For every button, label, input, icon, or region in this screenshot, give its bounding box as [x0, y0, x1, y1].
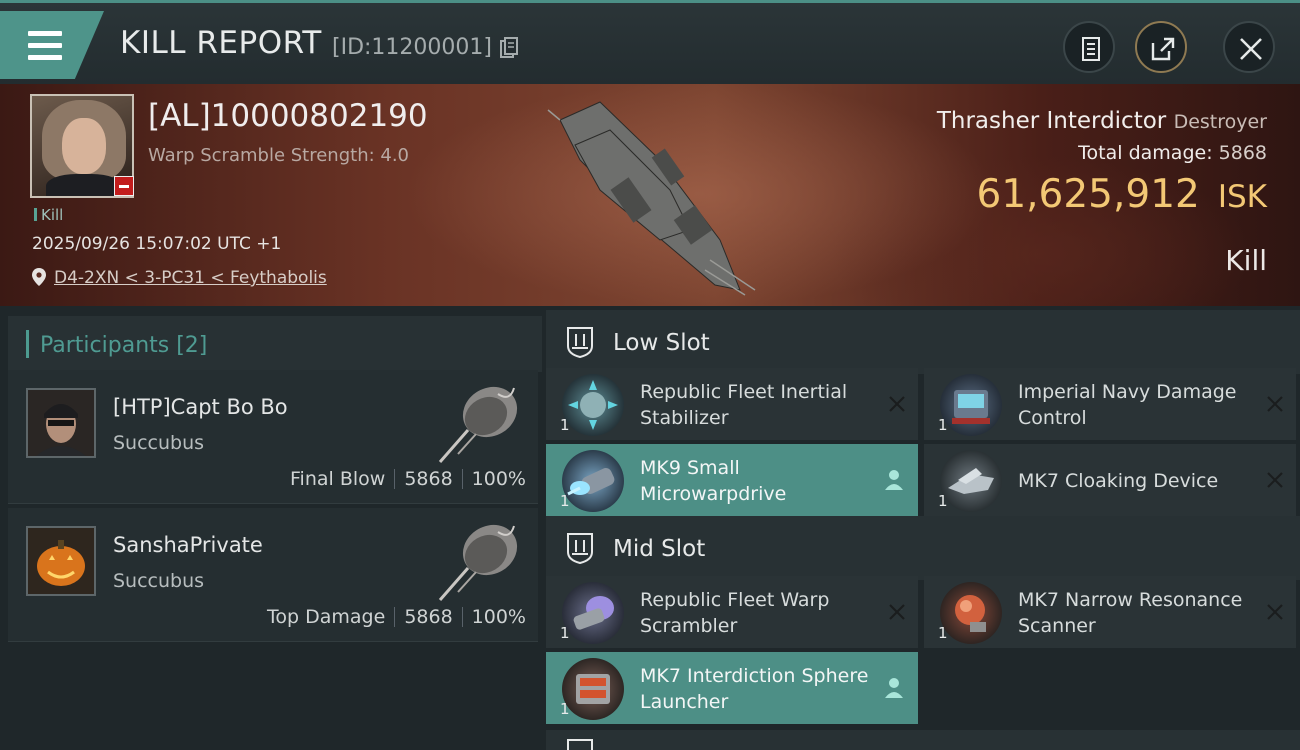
participant-role: Top Damage [267, 606, 386, 628]
cloaking-device-icon [940, 450, 1002, 512]
participant-percent: 100% [471, 468, 526, 490]
module-qty: 1 [560, 416, 570, 434]
menu-button[interactable] [0, 11, 104, 79]
destroyed-icon [889, 604, 905, 620]
participant-card[interactable]: SanshaPrivate Succubus Top Damage 5868 100… [8, 508, 538, 642]
warp-scrambler-icon [562, 582, 624, 644]
top-bar: KILL REPORT [ID:11200001] [0, 0, 1300, 84]
clipboard-icon [1082, 37, 1100, 61]
next-slot-header [546, 730, 1300, 750]
close-icon [1240, 38, 1262, 60]
microwarpdrive-icon [562, 450, 624, 512]
participant-damage: 5868 [404, 606, 453, 628]
module-item[interactable]: 1 MK7 Interdiction Sphere Launcher [546, 652, 918, 724]
close-button[interactable] [1223, 21, 1275, 73]
report-log-button[interactable] [1063, 21, 1115, 73]
low-slot-label: Low Slot [613, 330, 710, 356]
participant-stats: Top Damage 5868 100% [267, 606, 526, 628]
slot-icon [567, 739, 593, 750]
inertial-stabilizer-icon [562, 374, 624, 436]
participant-ship-image [438, 386, 518, 463]
module-name: MK9 Small Microwarpdrive [640, 457, 787, 505]
mid-slot-icon [567, 533, 593, 564]
module-name: MK7 Narrow Resonance Scanner [1018, 589, 1243, 637]
report-id: [ID:11200001] [332, 35, 492, 60]
module-item[interactable]: 1 MK9 Small Microwarpdrive [546, 444, 918, 516]
module-qty: 1 [938, 416, 948, 434]
total-damage-label: Total damage: [1078, 142, 1213, 164]
participant-stats: Final Blow 5868 100% [290, 468, 526, 490]
corp-badge-icon [114, 176, 134, 196]
participant-name[interactable]: SanshaPrivate [113, 533, 263, 557]
module-name: Republic Fleet Warp Scrambler [640, 589, 830, 637]
participants-title: Participants [2] [40, 333, 208, 358]
total-damage: Total damage: 5868 [1078, 142, 1267, 164]
participant-ship-image [438, 524, 518, 601]
location-pin-icon [32, 268, 46, 286]
module-item[interactable]: 1 Republic Fleet Warp Scrambler [546, 576, 918, 648]
mid-slot-label: Mid Slot [613, 536, 706, 562]
dropped-person-icon [885, 678, 903, 698]
participant-ship: Succubus [113, 570, 205, 592]
low-slot-icon [567, 327, 593, 358]
low-slot-header: Low Slot [546, 310, 1300, 374]
participants-panel: Participants [2] [HTP]Capt Bo Bo Succubu… [0, 306, 542, 750]
hamburger-icon [28, 31, 62, 67]
ship-class: Destroyer [1173, 111, 1267, 133]
participant-avatar[interactable] [26, 388, 96, 458]
destroyed-icon [1267, 604, 1283, 620]
share-button[interactable] [1135, 21, 1187, 73]
dropped-person-icon [885, 470, 903, 490]
module-qty: 1 [560, 624, 570, 642]
copy-icon[interactable] [500, 37, 518, 59]
participant-role: Final Blow [290, 468, 386, 490]
fitting-panel: Low Slot 1 Republic Fleet Inertial Stabi… [542, 306, 1300, 750]
module-qty: 1 [560, 700, 570, 718]
result-label: Kill [1225, 244, 1267, 277]
warp-scramble-strength: Warp Scramble Strength: 4.0 [148, 145, 410, 166]
module-item[interactable]: 1 MK7 Narrow Resonance Scanner [924, 576, 1296, 648]
participant-damage: 5868 [404, 468, 453, 490]
participant-name[interactable]: [HTP]Capt Bo Bo [113, 395, 288, 419]
module-item[interactable]: 1 Republic Fleet Inertial Stabilizer [546, 368, 918, 440]
module-item[interactable]: 1 Imperial Navy Damage Control [924, 368, 1296, 440]
victim-ship-image [547, 101, 756, 296]
destroyed-icon [1267, 472, 1283, 488]
destroyed-icon [889, 396, 905, 412]
module-name: MK7 Interdiction Sphere Launcher [640, 665, 869, 713]
isk-unit: ISK [1217, 179, 1267, 215]
isk-value: 61,625,912 ISK [977, 172, 1267, 217]
page-title: KILL REPORT [120, 25, 322, 61]
share-icon [1151, 37, 1175, 61]
location-link[interactable]: D4-2XN < 3-PC31 < Feythabolis [54, 268, 327, 288]
module-name: MK7 Cloaking Device [1018, 470, 1219, 492]
kill-timestamp: 2025/09/26 15:07:02 UTC +1 [32, 234, 282, 254]
participant-card[interactable]: [HTP]Capt Bo Bo Succubus Final Blow 5868 1… [8, 370, 538, 504]
module-name: Imperial Navy Damage Control [1018, 381, 1237, 429]
damage-control-icon [940, 374, 1002, 436]
kill-tag: Kill [34, 206, 63, 224]
module-qty: 1 [560, 492, 570, 510]
destroyed-icon [1267, 396, 1283, 412]
isk-amount: 61,625,912 [976, 172, 1200, 217]
total-damage-value: 5868 [1218, 142, 1267, 164]
mid-slot-header: Mid Slot [546, 516, 1300, 580]
participants-header: Participants [2] [8, 316, 542, 372]
ship-type: Thrasher Interdictor [936, 108, 1167, 134]
participant-percent: 100% [471, 606, 526, 628]
module-qty: 1 [938, 492, 948, 510]
participant-ship: Succubus [113, 432, 205, 454]
ship-name[interactable]: Thrasher Interdictor Destroyer [937, 108, 1267, 134]
module-name: Republic Fleet Inertial Stabilizer [640, 381, 848, 429]
module-item[interactable]: 1 MK7 Cloaking Device [924, 444, 1296, 516]
participant-avatar[interactable] [26, 526, 96, 596]
victim-name[interactable]: [AL]10000802190 [148, 98, 428, 134]
victim-banner: [AL]10000802190 Warp Scramble Strength: … [0, 84, 1300, 306]
interdiction-launcher-icon [562, 658, 624, 720]
resonance-scanner-icon [940, 582, 1002, 644]
module-qty: 1 [938, 624, 948, 642]
